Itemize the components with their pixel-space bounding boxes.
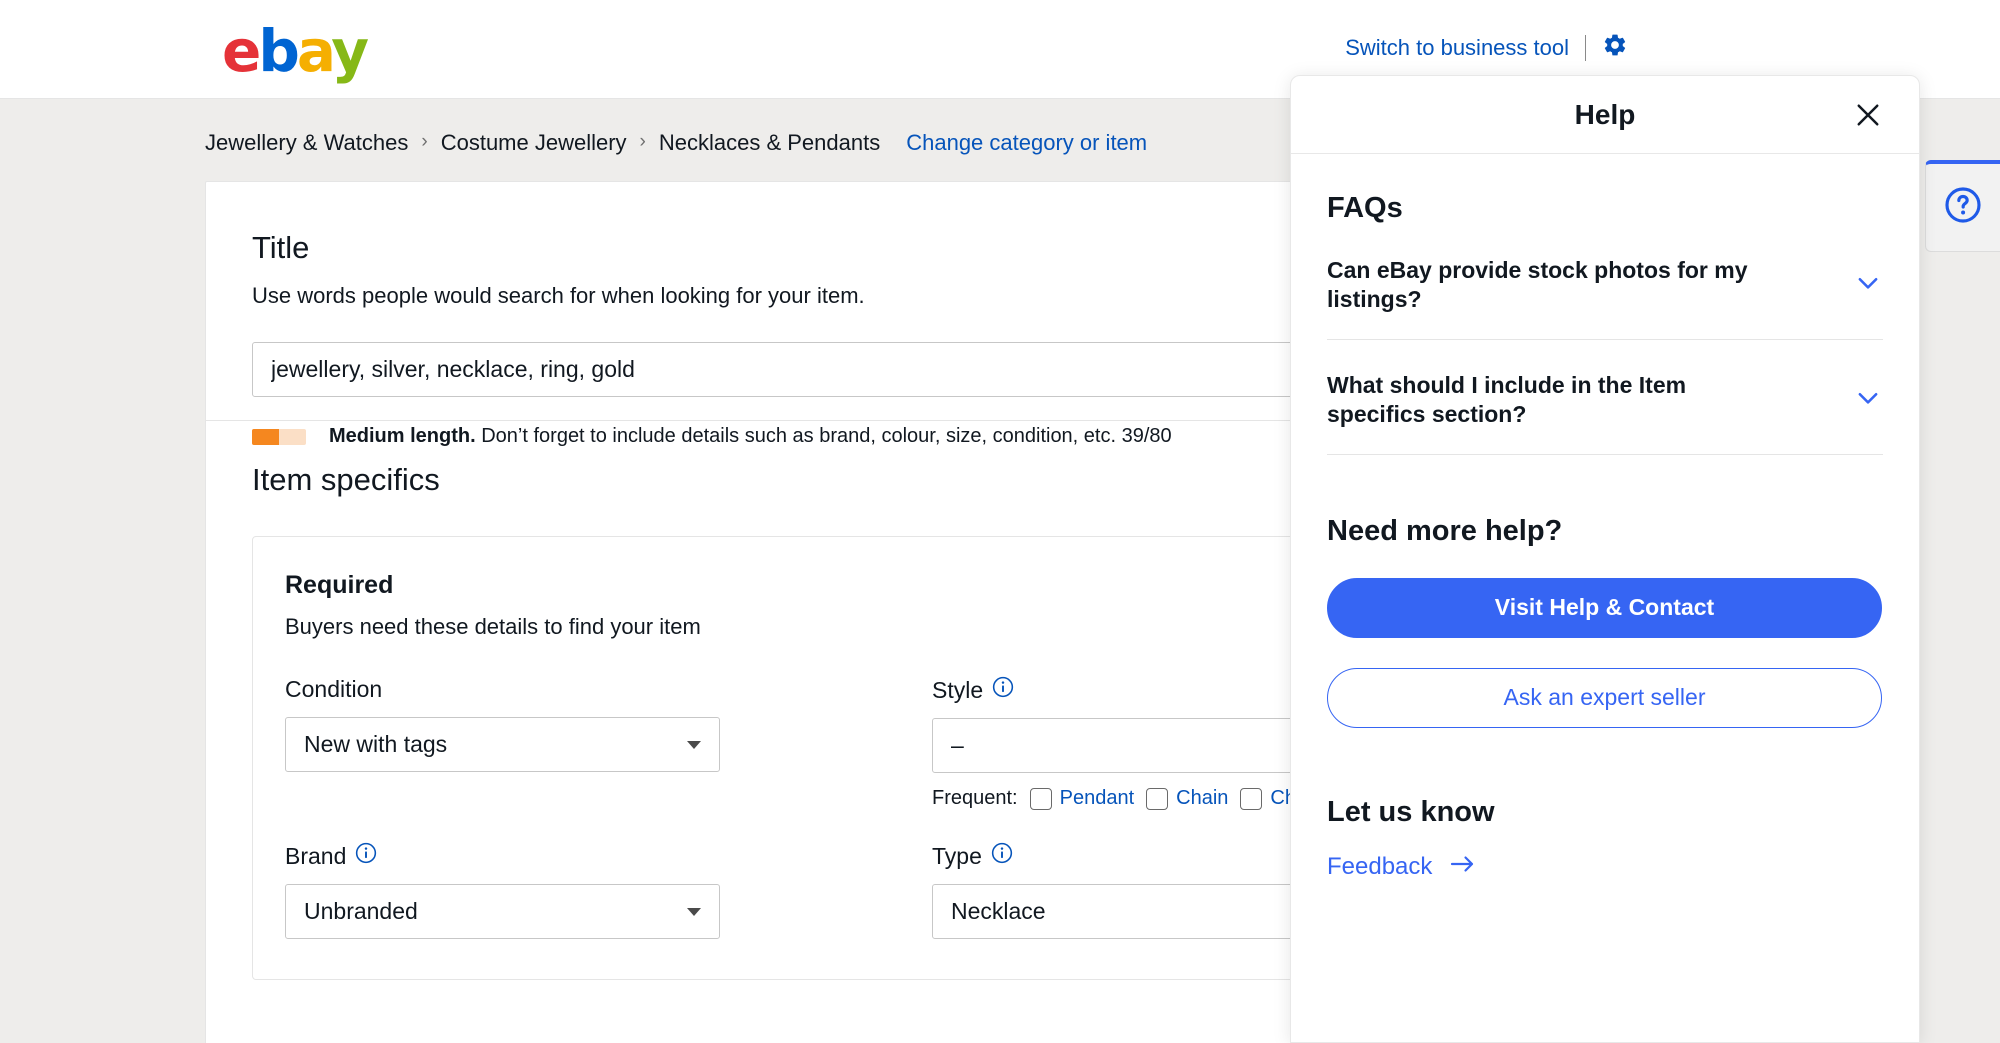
title-input[interactable]	[252, 342, 1332, 397]
page-root: ebay Switch to business tool Jewellery &…	[0, 0, 2000, 1043]
breadcrumb-separator: ›	[639, 131, 646, 152]
faq-item[interactable]: Can eBay provide stock photos for my lis…	[1327, 225, 1883, 340]
logo-letter-y: y	[331, 17, 369, 85]
need-more-help-heading: Need more help?	[1327, 514, 1563, 547]
gear-icon[interactable]	[1602, 32, 1628, 63]
breadcrumb-item-1[interactable]: Costume Jewellery	[441, 130, 627, 156]
brand-select[interactable]: Unbranded	[285, 884, 720, 939]
title-length-hint-text: Don’t forget to include details such as …	[475, 425, 1172, 447]
style-label: Style	[932, 676, 984, 703]
style-value: –	[951, 732, 964, 758]
header-right-actions: Switch to business tool	[1345, 32, 1628, 63]
condition-select[interactable]: New with tags	[285, 717, 720, 772]
title-length-meter	[252, 428, 306, 445]
faqs-heading: FAQs	[1327, 192, 1403, 224]
feedback-label: Feedback	[1327, 853, 1433, 881]
faq-question: Can eBay provide stock photos for my lis…	[1327, 257, 1748, 313]
type-value: Necklace	[951, 898, 1046, 924]
condition-value: New with tags	[304, 731, 448, 757]
faq-question: What should I include in the Item specif…	[1327, 371, 1687, 428]
let-us-know-heading: Let us know	[1327, 795, 1495, 828]
checkbox-charm[interactable]	[1240, 787, 1263, 810]
condition-label-row: Condition	[285, 676, 932, 703]
frequent-option-label: Chain	[1176, 787, 1229, 809]
condition-label: Condition	[285, 676, 383, 702]
switch-to-business-tool-link[interactable]: Switch to business tool	[1345, 36, 1569, 59]
type-label: Type	[932, 842, 982, 869]
field-condition: Condition New with tags	[285, 676, 932, 810]
title-length-status: Medium length.	[329, 425, 476, 447]
logo-letter-e: e	[222, 17, 261, 85]
breadcrumb: Jewellery & Watches › Costume Jewellery …	[205, 130, 1147, 156]
frequent-option-label: Pendant	[1059, 787, 1135, 809]
breadcrumb-item-2[interactable]: Necklaces & Pendants	[659, 130, 880, 156]
frequent-label: Frequent:	[932, 787, 1018, 809]
question-circle-icon	[1943, 185, 1983, 230]
close-icon[interactable]	[1847, 94, 1889, 136]
breadcrumb-separator: ›	[421, 131, 428, 152]
checkbox-chain[interactable]	[1146, 787, 1169, 810]
help-panel-body: FAQs Can eBay provide stock photos for m…	[1291, 154, 1919, 882]
ebay-logo[interactable]: ebay	[222, 22, 369, 80]
arrow-right-icon	[1449, 853, 1477, 882]
frequent-option-chain[interactable]: Chain	[1146, 787, 1228, 810]
chevron-down-icon	[687, 907, 701, 916]
title-length-meter-fill	[252, 428, 279, 445]
field-brand: Brand Unbranded	[285, 842, 932, 939]
help-panel-header: Help	[1291, 76, 1919, 154]
logo-letter-b: b	[258, 17, 299, 85]
checkbox-pendant[interactable]	[1029, 787, 1052, 810]
info-icon[interactable]	[992, 676, 1014, 704]
header-divider	[1585, 34, 1586, 61]
brand-value: Unbranded	[304, 898, 418, 924]
chevron-down-icon	[687, 740, 701, 749]
chevron-down-icon	[1853, 383, 1883, 418]
title-length-hint: Medium length. Don’t forget to include d…	[329, 425, 1172, 448]
help-panel-title: Help	[1574, 98, 1636, 130]
faq-item[interactable]: What should I include in the Item specif…	[1327, 340, 1883, 455]
brand-label: Brand	[285, 842, 347, 869]
brand-label-row: Brand	[285, 842, 932, 870]
info-icon[interactable]	[991, 842, 1013, 870]
visit-help-contact-button[interactable]: Visit Help & Contact	[1327, 577, 1882, 638]
logo-letter-a: a	[296, 17, 334, 85]
chevron-down-icon	[1853, 268, 1883, 303]
change-category-link[interactable]: Change category or item	[906, 130, 1147, 156]
frequent-option-pendant[interactable]: Pendant	[1029, 787, 1135, 810]
info-icon[interactable]	[355, 842, 377, 870]
help-panel: Help FAQs Can eBay provide stock photos …	[1290, 75, 1920, 1043]
ask-expert-seller-button[interactable]: Ask an expert seller	[1327, 667, 1882, 728]
help-tab-button[interactable]	[1925, 160, 2000, 252]
feedback-link[interactable]: Feedback	[1327, 853, 1477, 882]
breadcrumb-item-0[interactable]: Jewellery & Watches	[205, 130, 408, 156]
